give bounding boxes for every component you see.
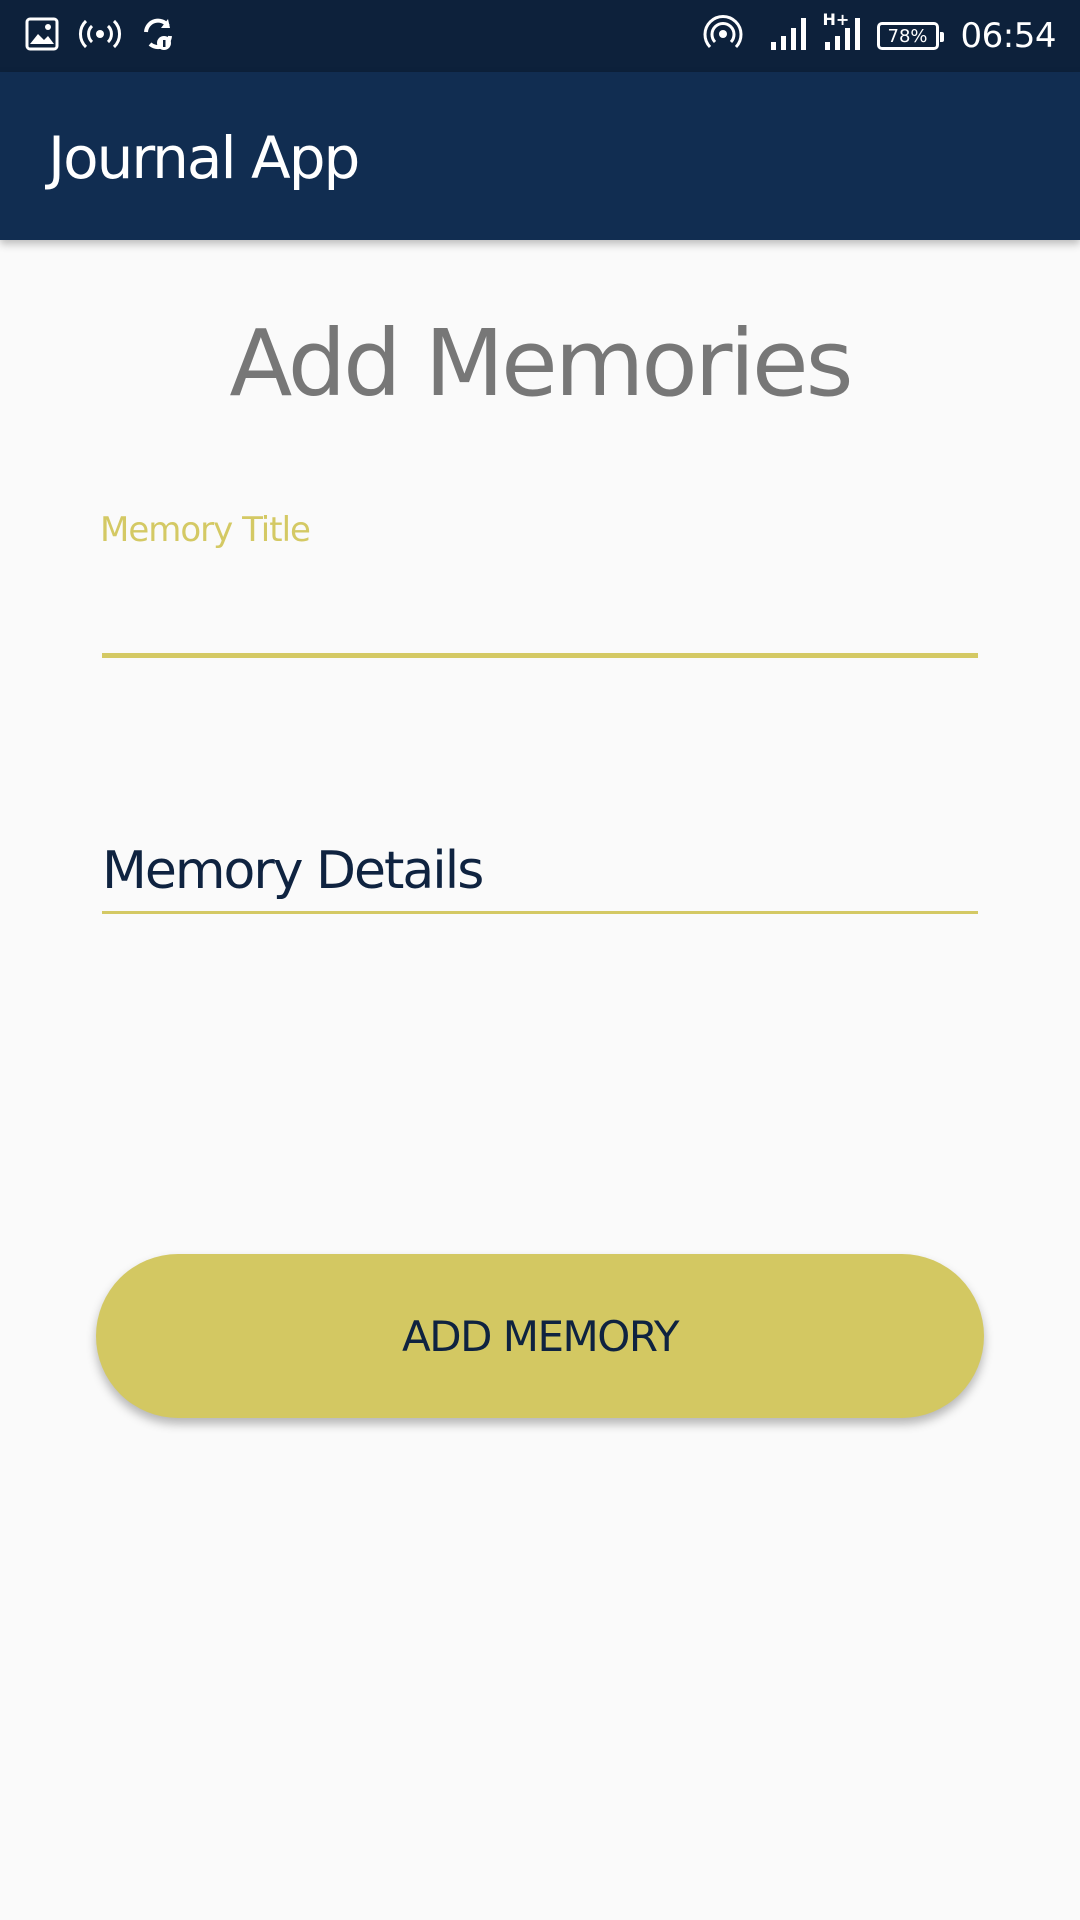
memory-title-label: Memory Title — [100, 510, 311, 550]
battery-icon: 78% — [876, 22, 944, 50]
page-title: Add Memories — [229, 310, 853, 417]
status-right-icons: H+ 78% 06:54 — [701, 0, 1057, 72]
add-memory-button-label: ADD MEMORY — [402, 1311, 680, 1361]
airdrop-icon — [701, 12, 745, 61]
memory-details-input[interactable] — [100, 830, 978, 912]
status-bar: H+ 78% 06:54 — [0, 0, 1080, 72]
status-left-icons — [24, 14, 176, 58]
app-bar: Journal App — [0, 72, 1080, 240]
network-type-label: H+ — [822, 9, 850, 29]
hotspot-icon — [78, 16, 122, 57]
sync-icon — [140, 16, 176, 57]
signal-icon — [769, 16, 809, 57]
status-time: 06:54 — [960, 16, 1057, 56]
battery-percent: 78% — [887, 25, 928, 47]
app-title: Journal App — [48, 124, 360, 192]
add-memory-button[interactable]: ADD MEMORY — [96, 1254, 984, 1418]
memory-details-underline — [102, 911, 978, 914]
image-icon — [24, 16, 60, 57]
memory-title-underline — [102, 653, 978, 658]
memory-title-input[interactable] — [100, 566, 978, 658]
signal-hplus-icon: H+ — [823, 10, 863, 57]
